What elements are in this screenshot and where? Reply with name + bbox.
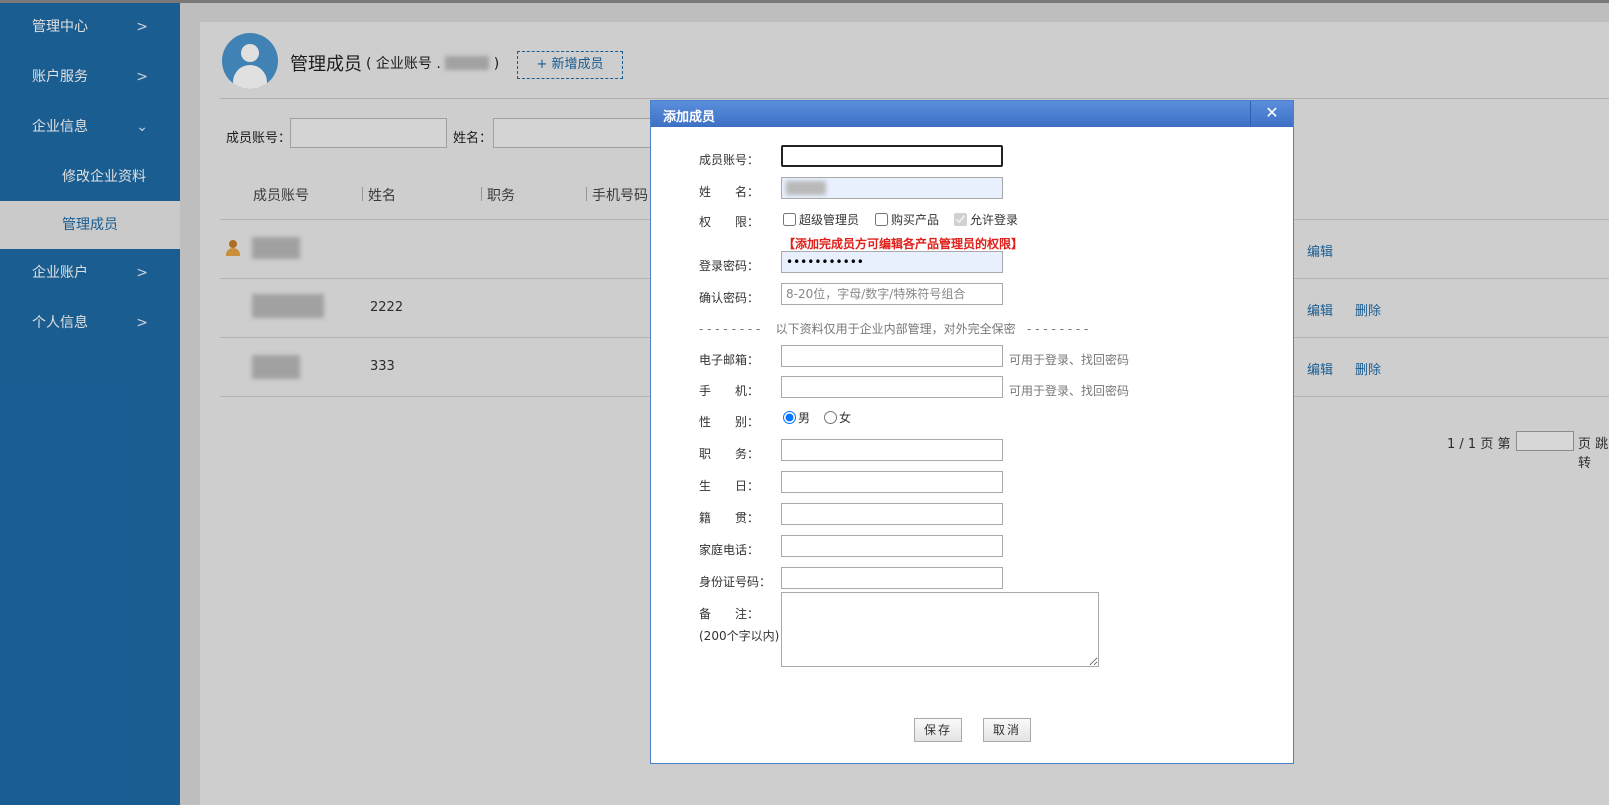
- dialog-header: 添加成员 ✕: [651, 101, 1293, 127]
- email-label: 电子邮箱：: [699, 353, 760, 367]
- password-input[interactable]: [781, 251, 1003, 273]
- email-hint: 可用于登录、找回密码: [1009, 353, 1130, 367]
- allow-login-checkbox[interactable]: 允许登录: [954, 211, 1018, 228]
- remark-label: 备 注：: [699, 607, 760, 621]
- gender-label: 性 别：: [699, 415, 760, 429]
- birthday-input[interactable]: [781, 471, 1003, 493]
- confirm-password-input[interactable]: [781, 283, 1003, 305]
- redacted-name: [786, 181, 826, 195]
- mobile-hint: 可用于登录、找回密码: [1009, 384, 1130, 398]
- gender-female-radio[interactable]: 女: [824, 409, 851, 426]
- account-label: 成员账号：: [699, 153, 760, 167]
- mobile-label: 手 机：: [699, 384, 760, 398]
- permission-notice: 【添加完成员方可编辑各产品管理员的权限】: [783, 237, 1024, 251]
- birthday-label: 生 日：: [699, 479, 760, 493]
- permission-label: 权 限：: [699, 215, 760, 229]
- privacy-divider: - - - - - - - - 以下资料仅用于企业内部管理，对外完全保密 - -…: [699, 322, 1089, 336]
- name-input[interactable]: [781, 177, 1003, 199]
- home-phone-input[interactable]: [781, 535, 1003, 557]
- job-input[interactable]: [781, 439, 1003, 461]
- radio-label: 女: [839, 411, 852, 425]
- confirm-password-label: 确认密码：: [699, 291, 760, 305]
- name-label: 姓 名：: [699, 185, 760, 199]
- radio-label: 男: [798, 411, 811, 425]
- remark-hint: (200个字以内): [699, 629, 780, 643]
- super-admin-checkbox[interactable]: 超级管理员: [783, 211, 859, 228]
- checkbox-label: 超级管理员: [799, 213, 860, 227]
- add-member-dialog: 添加成员 ✕ 成员账号： 姓 名： 权 限： 超级管理员 购买产品 允许登录 【…: [650, 100, 1294, 764]
- remark-textarea[interactable]: [781, 592, 1099, 667]
- password-label: 登录密码：: [699, 259, 760, 273]
- checkbox-label: 允许登录: [970, 213, 1019, 227]
- account-input[interactable]: [781, 145, 1003, 167]
- gender-male-radio[interactable]: 男: [783, 409, 810, 426]
- mobile-input[interactable]: [781, 376, 1003, 398]
- job-label: 职 务：: [699, 447, 760, 461]
- cancel-button[interactable]: 取消: [983, 718, 1031, 742]
- email-input[interactable]: [781, 345, 1003, 367]
- id-number-label: 身份证号码：: [699, 575, 772, 589]
- dialog-title: 添加成员: [663, 110, 716, 125]
- close-icon[interactable]: ✕: [1250, 101, 1293, 127]
- save-button[interactable]: 保存: [914, 718, 962, 742]
- buy-product-checkbox[interactable]: 购买产品: [875, 211, 939, 228]
- checkbox-label: 购买产品: [891, 213, 940, 227]
- hometown-label: 籍 贯：: [699, 511, 760, 525]
- home-phone-label: 家庭电话：: [699, 543, 760, 557]
- hometown-input[interactable]: [781, 503, 1003, 525]
- id-number-input[interactable]: [781, 567, 1003, 589]
